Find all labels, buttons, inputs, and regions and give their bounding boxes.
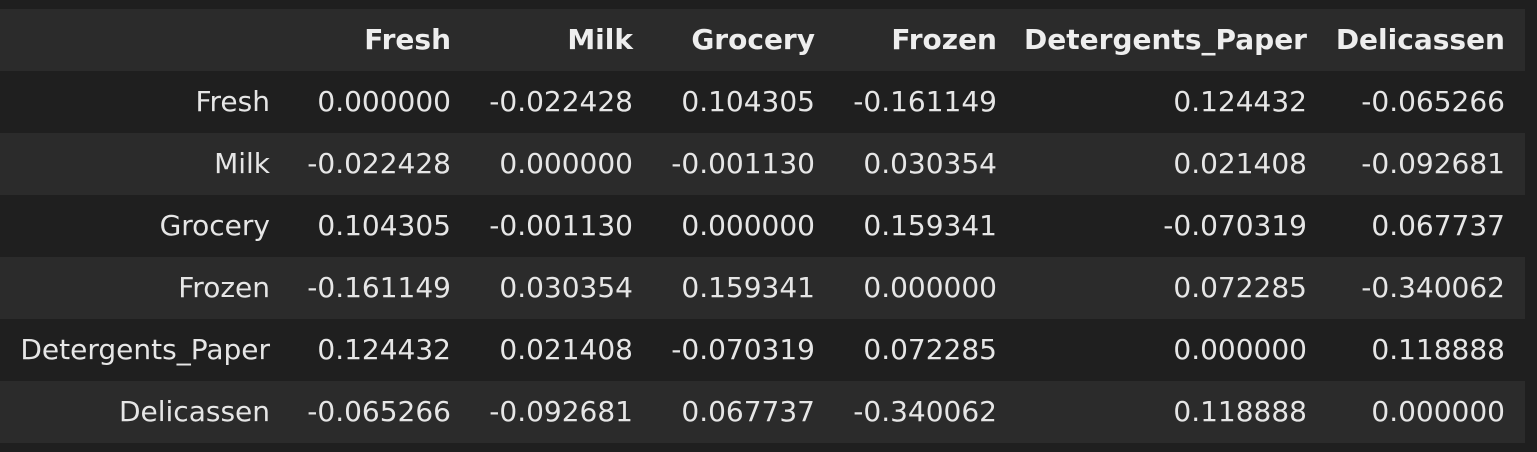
table-cell: 0.000000 <box>681 209 815 242</box>
row-label: Fresh <box>195 85 270 118</box>
table-row: Frozen -0.161149 0.030354 0.159341 0.000… <box>0 257 1525 319</box>
table-cell: 0.159341 <box>863 209 997 242</box>
column-header-milk: Milk <box>567 23 633 56</box>
table-cell: 0.072285 <box>1173 271 1307 304</box>
table-cell: 0.118888 <box>1371 333 1505 366</box>
table-cell: -0.070319 <box>671 333 815 366</box>
table-cell: -0.022428 <box>307 147 451 180</box>
table-cell: -0.070319 <box>1163 209 1307 242</box>
row-label: Frozen <box>178 271 270 304</box>
table-cell: -0.161149 <box>853 85 997 118</box>
table-cell: 0.124432 <box>1173 85 1307 118</box>
column-header-delicassen: Delicassen <box>1335 23 1505 56</box>
row-label: Grocery <box>159 209 270 242</box>
column-header-fresh: Fresh <box>364 23 451 56</box>
table-header: Fresh Milk Grocery Frozen Detergents_Pap… <box>0 9 1525 71</box>
table-cell: 0.000000 <box>1371 395 1505 428</box>
table-cell: 0.159341 <box>681 271 815 304</box>
correlation-table: Fresh Milk Grocery Frozen Detergents_Pap… <box>0 9 1525 443</box>
table-cell: 0.067737 <box>1371 209 1505 242</box>
row-label: Detergents_Paper <box>20 333 270 366</box>
table-cell: -0.092681 <box>489 395 633 428</box>
table-row: Fresh 0.000000 -0.022428 0.104305 -0.161… <box>0 71 1525 133</box>
table-cell: 0.072285 <box>863 333 997 366</box>
table-cell: 0.021408 <box>499 333 633 366</box>
dataframe-output: Fresh Milk Grocery Frozen Detergents_Pap… <box>0 9 1525 443</box>
table-row: Delicassen -0.065266 -0.092681 0.067737 … <box>0 381 1525 443</box>
table-cell: -0.340062 <box>1361 271 1505 304</box>
table-cell: 0.104305 <box>681 85 815 118</box>
table-row: Grocery 0.104305 -0.001130 0.000000 0.15… <box>0 195 1525 257</box>
table-cell: -0.161149 <box>307 271 451 304</box>
table-cell: 0.000000 <box>317 85 451 118</box>
table-cell: -0.001130 <box>489 209 633 242</box>
table-body: Fresh 0.000000 -0.022428 0.104305 -0.161… <box>0 71 1525 443</box>
table-cell: -0.065266 <box>1361 85 1505 118</box>
table-cell: 0.104305 <box>317 209 451 242</box>
table-cell: 0.021408 <box>1173 147 1307 180</box>
table-cell: 0.124432 <box>317 333 451 366</box>
table-row: Milk -0.022428 0.000000 -0.001130 0.0303… <box>0 133 1525 195</box>
table-cell: 0.000000 <box>499 147 633 180</box>
row-label: Delicassen <box>118 395 270 428</box>
table-cell: 0.000000 <box>863 271 997 304</box>
table-cell: 0.030354 <box>499 271 633 304</box>
header-row: Fresh Milk Grocery Frozen Detergents_Pap… <box>0 9 1525 71</box>
index-header <box>0 9 290 71</box>
row-label: Milk <box>214 147 270 180</box>
table-cell: -0.092681 <box>1361 147 1505 180</box>
table-cell: -0.022428 <box>489 85 633 118</box>
table-cell: -0.001130 <box>671 147 815 180</box>
table-row: Detergents_Paper 0.124432 0.021408 -0.07… <box>0 319 1525 381</box>
column-header-detergents-paper: Detergents_Paper <box>1024 23 1307 56</box>
table-cell: 0.000000 <box>1173 333 1307 366</box>
table-cell: 0.067737 <box>681 395 815 428</box>
table-cell: 0.030354 <box>863 147 997 180</box>
table-cell: -0.065266 <box>307 395 451 428</box>
table-cell: 0.118888 <box>1173 395 1307 428</box>
table-cell: -0.340062 <box>853 395 997 428</box>
column-header-frozen: Frozen <box>891 23 997 56</box>
column-header-grocery: Grocery <box>691 23 815 56</box>
